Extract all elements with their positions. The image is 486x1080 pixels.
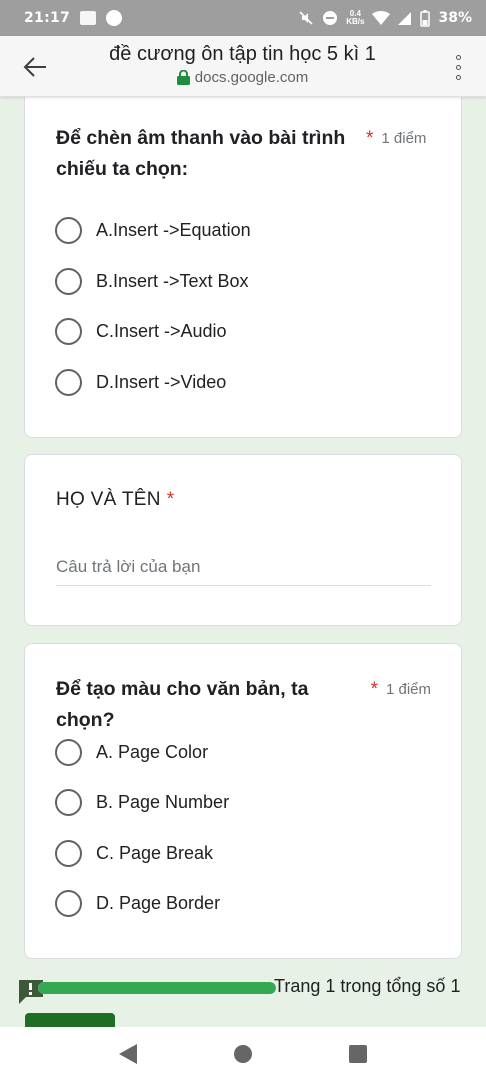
net-speed-unit: KB/s (346, 17, 365, 26)
option-label: D. Page Border (96, 893, 221, 913)
do-not-disturb-icon (323, 11, 338, 25)
nav-recents-button[interactable] (343, 1039, 373, 1069)
radio-button[interactable] (55, 789, 82, 816)
radio-option[interactable]: B. Page Number (55, 789, 229, 816)
option-label: C. Page Break (96, 843, 214, 863)
question-text: Để tạo màu cho văn bản, ta chọn? (56, 678, 309, 731)
name-field-label: HỌ VÀ TÊN * (56, 489, 174, 511)
menu-dot-icon (455, 54, 461, 60)
battery-icon (420, 9, 431, 27)
option-label: D.Insert ->Video (96, 372, 227, 392)
question-card: Để tạo màu cho văn bản, ta chọn? * 1 điể… (24, 643, 462, 959)
page-url[interactable]: docs.google.com (70, 69, 415, 86)
radio-button[interactable] (55, 217, 82, 244)
status-time: 21:17 (24, 10, 71, 26)
radio-option[interactable]: D. Page Border (55, 890, 220, 917)
progress-text: Trang 1 trong tổng số 1 (274, 976, 461, 996)
question-card: Để chèn âm thanh vào bài trình chiếu ta … (24, 84, 462, 438)
option-label: B.Insert ->Text Box (96, 271, 249, 291)
radio-option[interactable]: C.Insert ->Audio (55, 318, 227, 345)
url-text: docs.google.com (194, 69, 309, 86)
battery-percentage: 38% (438, 10, 472, 26)
app-notification-icon (80, 11, 97, 25)
option-label: C.Insert ->Audio (96, 321, 227, 341)
question-text: Để chèn âm thanh vào bài trình chiếu ta … (56, 127, 346, 180)
arrow-left-icon (23, 57, 46, 77)
name-input[interactable] (56, 553, 431, 586)
nav-back-button[interactable] (113, 1039, 143, 1069)
network-speed: 0.4 KB/s (346, 10, 364, 26)
required-marker: * (366, 128, 374, 149)
radio-option[interactable]: C. Page Break (55, 840, 213, 867)
radio-option[interactable]: B.Insert ->Text Box (55, 268, 249, 295)
radio-option[interactable]: A. Page Color (55, 739, 208, 766)
submit-button[interactable] (25, 1013, 115, 1027)
form-progress: Trang 1 trong tổng số 1 (18, 975, 468, 1005)
menu-dot-icon (455, 74, 461, 80)
question-points: 1 điểm (381, 130, 427, 147)
option-label: A.Insert ->Equation (96, 220, 251, 240)
navigation-bar (0, 1027, 486, 1080)
wifi-icon (372, 11, 391, 25)
signal-icon (398, 12, 412, 25)
square-recents-icon (349, 1044, 368, 1063)
required-marker: * (370, 679, 378, 700)
menu-dot-icon (455, 64, 461, 70)
name-label-text: HỌ VÀ TÊN (56, 489, 161, 510)
radio-button[interactable] (55, 318, 82, 345)
question-points: 1 điểm (385, 681, 431, 698)
radio-option[interactable]: A.Insert ->Equation (55, 217, 251, 244)
option-label: B. Page Number (96, 792, 230, 812)
mute-icon (299, 11, 313, 25)
option-label: A. Page Color (96, 742, 209, 762)
radio-button[interactable] (55, 369, 82, 396)
overflow-menu-button[interactable] (448, 52, 468, 82)
notification-dot-icon (106, 10, 123, 26)
radio-option[interactable]: D.Insert ->Video (55, 369, 226, 396)
radio-button[interactable] (55, 840, 82, 867)
progress-bar (38, 982, 276, 994)
radio-button[interactable] (55, 890, 82, 917)
triangle-back-icon (118, 1043, 137, 1064)
radio-button[interactable] (55, 268, 82, 295)
nav-home-button[interactable] (228, 1039, 258, 1069)
page-title: đề cương ôn tập tin học 5 kì 1 (109, 43, 376, 65)
browser-toolbar: đề cương ôn tập tin học 5 kì 1 docs.goog… (0, 36, 486, 97)
name-card: HỌ VÀ TÊN * (24, 454, 462, 626)
question-header: Để tạo màu cho văn bản, ta chọn? * 1 điể… (56, 674, 431, 736)
radio-button[interactable] (55, 739, 82, 766)
required-marker: * (166, 489, 175, 510)
question-header: Để chèn âm thanh vào bài trình chiếu ta … (56, 123, 431, 185)
circle-home-icon (233, 1044, 252, 1063)
lock-icon (176, 70, 190, 85)
status-bar: 21:17 0.4 KB/s 38% (0, 0, 486, 36)
back-button[interactable] (20, 52, 50, 82)
progress-fill (38, 982, 276, 994)
